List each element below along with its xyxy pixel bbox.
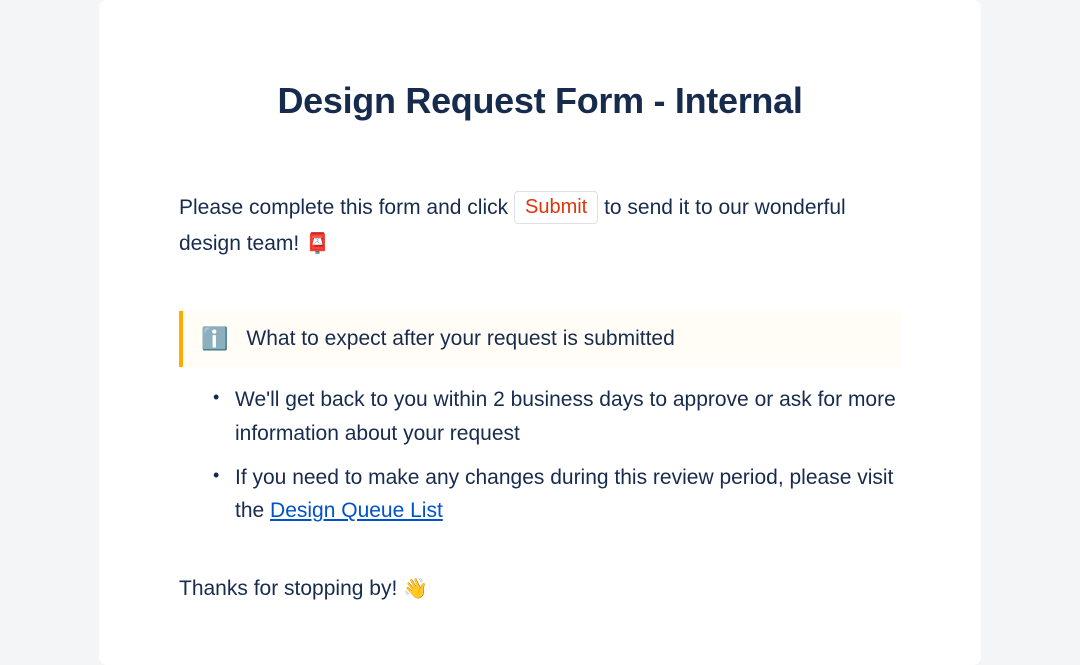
info-icon: ℹ️ xyxy=(201,328,228,350)
intro-before: Please complete this form and click xyxy=(179,196,514,219)
wave-icon: 👋 xyxy=(403,578,428,600)
mailbox-icon: 📮 xyxy=(305,233,330,255)
design-queue-link[interactable]: Design Queue List xyxy=(270,499,443,522)
expectations-list: We'll get back to you within 2 business … xyxy=(179,383,901,527)
bullet-1-text: We'll get back to you within 2 business … xyxy=(235,388,896,445)
thanks-paragraph: Thanks for stopping by! 👋 xyxy=(179,576,901,601)
form-card: Design Request Form - Internal Please co… xyxy=(99,0,981,665)
submit-chip: Submit xyxy=(514,191,598,224)
intro-paragraph: Please complete this form and click Subm… xyxy=(179,190,901,261)
page-title: Design Request Form - Internal xyxy=(179,80,901,122)
list-item: We'll get back to you within 2 business … xyxy=(217,383,901,450)
callout-text: What to expect after your request is sub… xyxy=(246,327,674,351)
info-callout: ℹ️ What to expect after your request is … xyxy=(179,311,901,367)
list-item: If you need to make any changes during t… xyxy=(217,461,901,528)
thanks-text: Thanks for stopping by! xyxy=(179,577,403,600)
